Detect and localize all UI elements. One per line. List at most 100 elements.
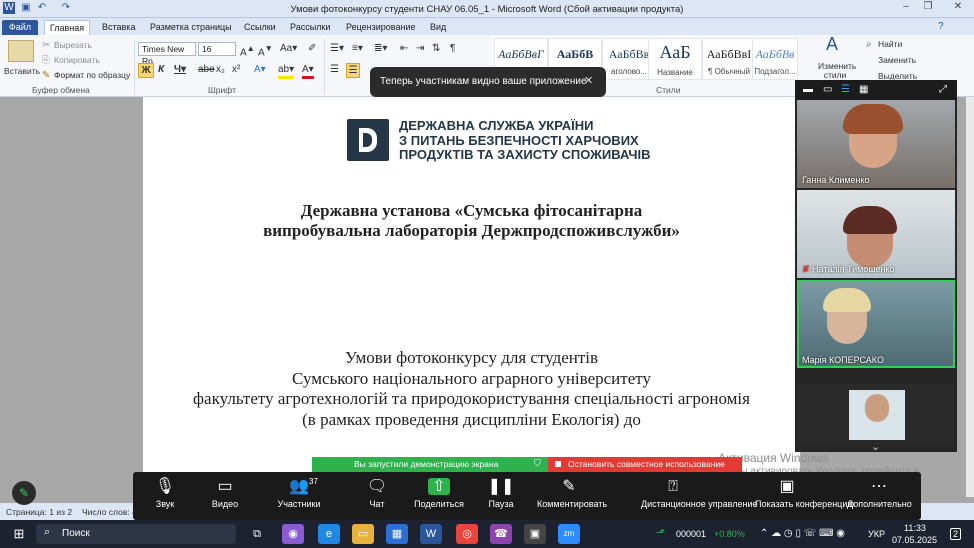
grid-view-icon[interactable]: ▦ [859,84,868,95]
highlight-icon[interactable]: ab▾ [278,63,295,79]
viber-icon[interactable]: ☎ [490,524,512,544]
copy-icon: ⎘ [42,55,50,66]
language-indicator[interactable]: УКР [868,529,885,539]
numbering-icon[interactable]: ≡▾ [352,42,363,55]
grow-font-icon[interactable]: A▲ [240,42,255,59]
subscript-button[interactable]: x₂ [216,63,225,76]
brush-icon: ✎ [42,70,51,81]
search-icon: ⌕ [44,526,51,538]
italic-button[interactable]: К [158,63,164,76]
document-page[interactable]: ДЕРЖАВНА СЛУЖБА УКРАЇНИ З ПИТАНЬ БЕЗПЕЧНО… [143,97,800,509]
pilcrow-icon[interactable]: ¶ [450,42,455,55]
participant-tile-active[interactable]: Марія КОПЕРСАКО [797,280,955,368]
superscript-button[interactable]: x² [232,63,240,76]
more-button[interactable]: ⋯ Дополнительно [847,475,912,519]
avatar-hair [843,206,897,234]
font-color-icon[interactable]: A▾ [302,63,314,79]
increase-indent-icon[interactable]: ⇥ [416,42,424,55]
styles-group-label: Стили [656,85,681,95]
participant-tile[interactable]: ✘ Наталія Тимошенко [797,190,955,278]
bullets-icon[interactable]: ☰▾ [330,42,344,55]
apps-icon[interactable]: ▣ [524,524,546,544]
banner-close-icon[interactable]: ✕ [584,74,593,87]
stock-ticker[interactable]: 000001 [676,529,706,539]
font-group-label: Шрифт [208,85,236,95]
style-tile-subtitle[interactable]: АаБбВв Подзагол... [752,38,798,80]
store-icon[interactable]: ▦ [386,524,408,544]
style-tile-title[interactable]: АаБ Название [648,38,702,80]
show-conference-button[interactable]: ▣ Показать конференцию [755,475,854,519]
file-explorer-icon[interactable]: ▭ [352,524,374,544]
annotate-pen-icon[interactable]: ✎ [12,481,36,505]
window-title: Умови фотоконкурсу студенти СНАУ 06.05_1… [290,4,684,15]
paste-icon[interactable] [8,40,34,62]
camera-icon: ▭ [217,478,233,495]
minimize-icon[interactable]: – [896,1,916,15]
chrome-icon[interactable]: ◎ [456,524,478,544]
change-styles-button[interactable]: Изменить стили [818,62,856,80]
style-tile-normal[interactable]: АаБбВвІ ¶ Обычный [702,38,756,80]
multilevel-icon[interactable]: ≣▾ [374,42,387,55]
page-count[interactable]: Страница: 1 из 2 [6,507,72,517]
task-view-icon[interactable]: ⧉ [246,524,268,544]
search-box[interactable]: ⌕ Поиск [36,524,236,544]
paste-button[interactable]: Вставить [4,66,40,76]
video-button[interactable]: ▭ Видео [193,475,257,519]
font-size-select[interactable]: 16 [198,42,236,56]
font-name-select[interactable]: Times New Ro [138,42,196,66]
find-button[interactable]: Найти [878,39,902,49]
tab-file[interactable]: Файл [2,20,38,35]
replace-button[interactable]: Заменить [878,55,916,65]
restore-icon[interactable]: ❐ [918,1,938,15]
tab-references[interactable]: Ссылки [240,20,280,35]
clear-format-icon[interactable]: ✐ [308,42,316,55]
strikethrough-button[interactable]: abe [198,63,215,76]
edge-icon[interactable]: e [318,524,340,544]
word-icon[interactable]: W [420,524,442,544]
tab-insert[interactable]: Вставка [98,20,139,35]
sort-icon[interactable]: ⇅ [432,42,440,55]
word-count[interactable]: Число слов: 4 [82,507,137,517]
remote-control-button[interactable]: ⍰ Дистанционное управление [641,475,757,519]
underline-button[interactable]: Ч▾ [174,63,186,76]
clock-date[interactable]: 07.05.2025 [892,535,937,545]
change-case-icon[interactable]: Aa▾ [280,42,297,55]
minimize-panel-icon[interactable]: ▬ [803,84,813,95]
close-icon[interactable]: ✕ [948,1,968,15]
copilot-icon[interactable]: ◉ [282,524,304,544]
participants-button[interactable]: 👥 Участники 37 [267,475,331,519]
vertical-scrollbar[interactable] [966,97,974,497]
tab-view[interactable]: Вид [426,20,450,35]
copy-button[interactable]: Копировать [54,55,100,65]
participant-tile[interactable]: Ганна Клименко [797,100,955,188]
change-styles-icon[interactable]: A [826,35,838,53]
chat-button[interactable]: 🗨 Чат [345,475,409,519]
tab-home[interactable]: Главная [44,20,90,35]
windows-start-icon[interactable]: ⊞ [8,524,30,544]
tab-review[interactable]: Рецензирование [342,20,420,35]
stop-share-button[interactable]: Остановить совместное использование [548,457,742,472]
decrease-indent-icon[interactable]: ⇤ [400,42,408,55]
cut-button[interactable]: Вырезать [54,40,92,50]
share-button[interactable]: ⇧ Поделиться [407,475,471,519]
speaker-view-icon[interactable]: ▭ [823,84,832,95]
tab-page-layout[interactable]: Разметка страницы [146,20,236,35]
stack-view-icon[interactable]: ☰ [841,84,850,95]
expand-panel-icon[interactable]: ⤢ [939,84,947,95]
align-left-icon[interactable]: ☰ [330,63,339,76]
bold-button[interactable]: Ж [138,63,154,78]
clock-time[interactable]: 11:33 [904,523,926,533]
shrink-font-icon[interactable]: A▼ [258,42,273,59]
format-painter-button[interactable]: Формат по образцу [54,70,130,80]
text-effects-icon[interactable]: A▾ [254,63,266,76]
tray-icons[interactable]: ⌃ ☁ ◷ ▯ ☏ ⌨ ◉ [760,528,845,539]
participant-tile[interactable] [797,384,955,444]
notification-badge[interactable]: 2 [950,528,962,540]
tab-mailings[interactable]: Рассылки [286,20,334,35]
align-center-icon[interactable]: ☰ [346,63,360,78]
zoom-icon[interactable]: zm [558,524,580,544]
annotate-button[interactable]: ✎ Комментировать [537,475,607,519]
audio-button[interactable]: 🎙 Звук [133,475,197,519]
help-icon[interactable]: ? [938,20,944,33]
pause-button[interactable]: ❚❚ Пауза [469,475,533,519]
